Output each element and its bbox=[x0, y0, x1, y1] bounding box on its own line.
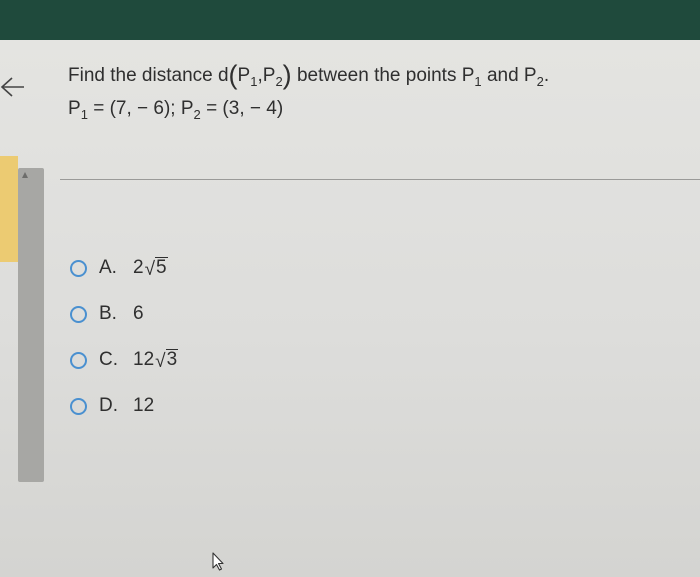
sqrt-sign: √ bbox=[144, 258, 156, 280]
middle-subscript: 1 bbox=[474, 74, 482, 89]
answer-options: A. 2 √ 5 B. 6 C. 12 √ 3 D. 12 bbox=[70, 254, 179, 438]
sqrt-expression: √ 3 bbox=[155, 349, 179, 372]
question-prompt: Find the distance d(P1,P2) between the p… bbox=[68, 62, 688, 90]
given-p2-value: = (3, − 4) bbox=[206, 98, 284, 119]
close-paren: ) bbox=[282, 60, 292, 90]
option-letter: D. bbox=[99, 395, 118, 416]
option-value: 12 bbox=[133, 395, 155, 416]
given-p1-letter: P bbox=[68, 98, 81, 119]
radio-button-c[interactable] bbox=[70, 351, 87, 369]
option-letter: B. bbox=[99, 303, 117, 324]
given-p1-subscript: 1 bbox=[80, 107, 88, 122]
option-letter: C. bbox=[99, 349, 118, 370]
scroll-up-icon[interactable] bbox=[22, 172, 28, 178]
sqrt-radicand: 3 bbox=[165, 349, 179, 371]
p2-letter: P bbox=[262, 65, 276, 86]
and-subscript: 2 bbox=[536, 74, 544, 89]
divider bbox=[60, 179, 700, 180]
p2-subscript: 2 bbox=[275, 74, 283, 89]
option-value: 6 bbox=[133, 303, 144, 324]
option-c[interactable]: C. 12 √ 3 bbox=[70, 346, 179, 374]
p1-subscript: 1 bbox=[250, 74, 258, 89]
prompt-middle: between the points P bbox=[296, 65, 475, 86]
option-b[interactable]: B. 6 bbox=[70, 300, 178, 328]
option-coefficient: 2 bbox=[133, 257, 144, 278]
p1-letter: P bbox=[237, 65, 251, 86]
option-coefficient: 12 bbox=[133, 349, 155, 370]
back-arrow-icon[interactable] bbox=[0, 74, 26, 100]
scroll-highlight bbox=[0, 156, 18, 262]
given-p2-letter: P bbox=[180, 98, 194, 119]
sqrt-radicand: 5 bbox=[155, 257, 168, 279]
prompt-end: . bbox=[543, 65, 550, 86]
question-text: Find the distance d(P1,P2) between the p… bbox=[68, 62, 688, 123]
sqrt-expression: √ 5 bbox=[145, 257, 168, 279]
given-p1-value: = (7, − 6); bbox=[93, 98, 176, 119]
option-letter: A. bbox=[99, 257, 117, 278]
mouse-pointer-icon bbox=[212, 552, 224, 571]
prompt-text: Find the distance d bbox=[68, 65, 229, 86]
given-p2-subscript: 2 bbox=[193, 107, 201, 122]
radio-button-b[interactable] bbox=[70, 305, 87, 323]
option-a[interactable]: A. 2 √ 5 bbox=[70, 254, 178, 282]
sqrt-sign: √ bbox=[155, 350, 166, 372]
given-points: P1 = (7, − 6); P2 = (3, − 4) bbox=[68, 96, 688, 123]
radio-button-a[interactable] bbox=[70, 259, 87, 277]
scrollbar[interactable] bbox=[18, 168, 44, 482]
prompt-and: and P bbox=[486, 65, 537, 86]
radio-button-d[interactable] bbox=[70, 397, 87, 415]
option-d[interactable]: D. 12 bbox=[70, 392, 178, 420]
open-paren: ( bbox=[228, 60, 238, 90]
top-bar bbox=[0, 0, 700, 44]
